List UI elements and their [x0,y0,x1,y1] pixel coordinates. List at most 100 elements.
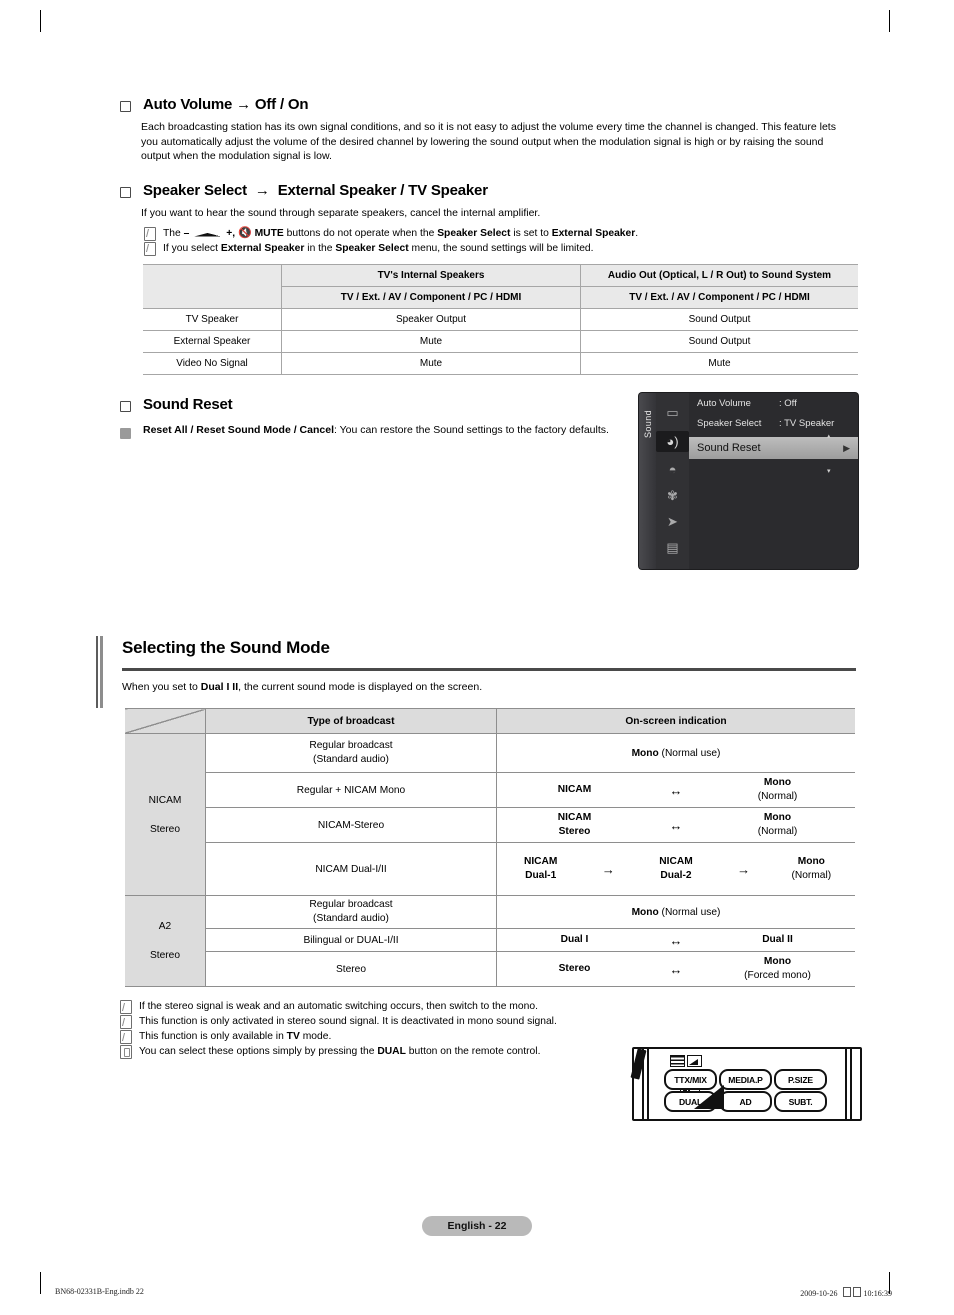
broadcast-type: Regular broadcast (Standard audio) [205,895,497,929]
row-audioout-value: Mute [580,352,858,375]
footer-file-name: BN68-02331B-Eng.indb 22 [55,1287,144,1296]
channel-icon: ◓ [668,462,677,478]
teletext-glyph-icon [670,1054,704,1067]
note-1-text: The – +, 🔇 MUTE buttons do not operate w… [163,226,639,239]
osd-menu-list: Auto Volume : Off Speaker Select : TV Sp… [689,393,858,569]
osd-rail-label: Sound [643,409,653,439]
onscreen-indication: NICAM ↔ Mono (Normal) [496,772,855,808]
osd-item-sound-reset[interactable]: Sound Reset ▶ [689,437,858,459]
remote-control-illustration: TTX/MIX MEDIA.P P.SIZE DUAL AD SUBT. [630,1047,862,1121]
auto-volume-heading: Auto Volume → Off / On [143,96,309,113]
remote-button-p-size[interactable]: P.SIZE [774,1069,827,1090]
hand-icon [120,1045,132,1059]
osd-item-label: Auto Volume [697,397,751,409]
row-label: Video No Signal [143,352,282,375]
onscreen-indication: NICAM Dual-1 → NICAM Dual-2 → Mono (Norm… [496,842,855,896]
row-label: TV Speaker [143,308,282,331]
table-row: Video No Signal Mute Mute [143,352,858,375]
page-title: Selecting the Sound Mode [122,638,330,657]
heading-rule [122,668,856,671]
note-icon [120,1000,132,1014]
remote-button-media-p[interactable]: MEDIA.P [719,1069,772,1090]
setup-icon: ✾ [667,488,678,504]
osd-item-auto-volume[interactable]: Auto Volume : Off [689,393,858,413]
note-icon [144,226,156,241]
auto-volume-section: Auto Volume → Off / On Each broadcasting… [120,96,860,164]
speaker-select-note-1: The – +, 🔇 MUTE buttons do not operate w… [144,226,860,241]
row-internal-value: Speaker Output [281,308,581,331]
osd-item-value: : TV Speaker [779,417,835,429]
osd-sidebar-rail: Sound [639,393,656,569]
footer-timestamp: 2009-10-26 10:16:39 [800,1287,892,1298]
table-corner-cell [143,264,282,309]
group-label-line1: A2 [158,921,172,932]
broadcast-type: Stereo [205,951,497,987]
table-row: NICAM Dual-I/II NICAM Dual-1 → NICAM Dua… [125,842,855,896]
table-row: A2 Stereo Regular broadcast (Standard au… [125,895,855,987]
speaker-select-body: If you want to hear the sound through se… [141,207,541,219]
note-item: You can select these options simply by p… [120,1044,680,1059]
remote-edge-line [845,1049,847,1119]
support-icon: ⍰ [663,565,683,569]
arrow-right-icon: → [601,861,615,877]
mute-icon: 🔇 [237,226,252,239]
broadcast-type: Bilingual or DUAL-I/II [205,928,497,952]
heading-decoration-bars [96,636,105,708]
application-icon: ▤ [666,539,679,555]
manual-page: Auto Volume → Off / On Each broadcasting… [0,0,954,1315]
indication-cell: Dual I [560,934,589,945]
table-row: External Speaker Mute Sound Output [143,330,858,353]
speaker-select-note-2: If you select External Speaker in the Sp… [144,241,860,256]
remote-button-subt[interactable]: SUBT. [774,1091,827,1112]
sound-reset-body: Reset All / Reset Sound Mode / Cancel: Y… [143,424,609,436]
osd-item-speaker-select[interactable]: Speaker Select : TV Speaker [689,413,858,433]
group-label-line1: NICAM [148,794,182,806]
page-number-badge: English - 22 [422,1216,532,1236]
indication-cell: Mono (Normal) [791,856,832,881]
note-icon [120,1030,132,1044]
row-label: External Speaker [143,330,282,353]
speaker-select-section: Speaker Select → External Speaker / TV S… [120,182,860,256]
arrow-right-icon: → [254,182,270,199]
sound-mode-table: Type of broadcast On-screen indication N… [125,708,855,987]
arrow-bidirectional-icon: ↔ [669,932,683,948]
sound-reset-heading: Sound Reset [143,396,233,413]
pointer-arrow-icon [694,1085,724,1109]
osd-item-label: Sound Reset [697,442,761,454]
note-icon [144,241,156,256]
table-row: TV Speaker Speaker Output Sound Output [143,308,858,331]
osd-icon-column: ▭ ◕) ◓ ✾ ➤ ▤ ⍰ [656,393,689,569]
osd-item-label: Speaker Select [697,417,762,429]
bullet-filled-square-icon [120,428,131,439]
table-row: Bilingual or DUAL-I/II Dual I ↔ Dual II [125,928,855,952]
onscreen-indication: Stereo ↔ Mono (Forced mono) [496,951,855,987]
note-item: This function is only available in TV mo… [120,1029,680,1044]
chevron-right-icon: ▶ [843,442,850,453]
broadcast-type: NICAM-Stereo [205,807,497,843]
sound-reset-section: Sound Reset Reset All / Reset Sound Mode… [120,396,620,439]
indication-cell: Dual II [762,934,793,945]
subheader-internal: TV / Ext. / AV / Component / PC / HDMI [281,286,581,309]
note-text: If the stereo signal is weak and an auto… [139,1001,538,1012]
crop-mark-bottom-left [40,1272,41,1294]
scroll-up-indicator: ▴ [827,433,831,440]
note-item: If the stereo signal is weak and an auto… [120,999,680,1014]
bullet-square-icon [120,101,131,112]
table-header-row: TV's Internal Speakers Audio Out (Optica… [143,264,858,309]
arrow-bidirectional-icon: ↔ [669,782,683,798]
broadcast-type: Regular + NICAM Mono [205,772,497,808]
remote-button-ad[interactable]: AD [719,1091,772,1112]
indication-cell: Mono (Forced mono) [744,956,811,981]
pointer-stem-icon [630,1048,647,1080]
note-2-text: If you select External Speaker in the Sp… [163,242,594,254]
onscreen-indication: Mono (Normal use) [496,733,855,773]
speaker-select-heading-part2: External Speaker / TV Speaker [277,182,488,199]
indication-cell: NICAM Dual-2 [659,856,693,881]
arrow-bidirectional-icon: ↔ [669,817,683,833]
arrow-right-icon: → [737,861,751,877]
indication-cell: Stereo [558,963,591,974]
group-label-line2: Stereo [149,950,180,961]
arrow-bidirectional-icon: ↔ [669,961,683,977]
onscreen-indication: NICAM Stereo ↔ Mono (Normal) [496,807,855,843]
onscreen-indication: Mono (Normal use) [496,895,855,929]
